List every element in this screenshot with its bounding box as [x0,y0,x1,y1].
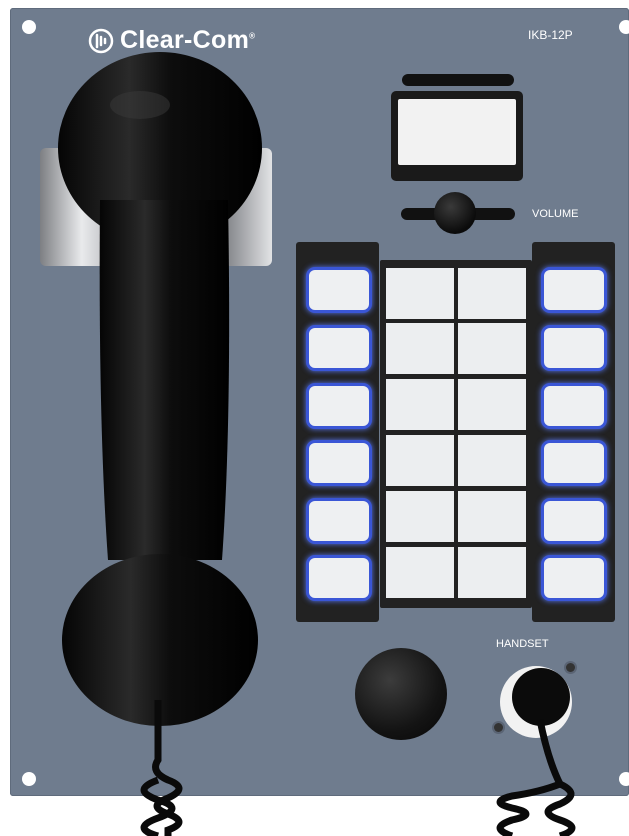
handset-icon[interactable] [58,52,262,726]
coiled-cord-icon [140,700,576,836]
handset-graphics [58,52,576,836]
